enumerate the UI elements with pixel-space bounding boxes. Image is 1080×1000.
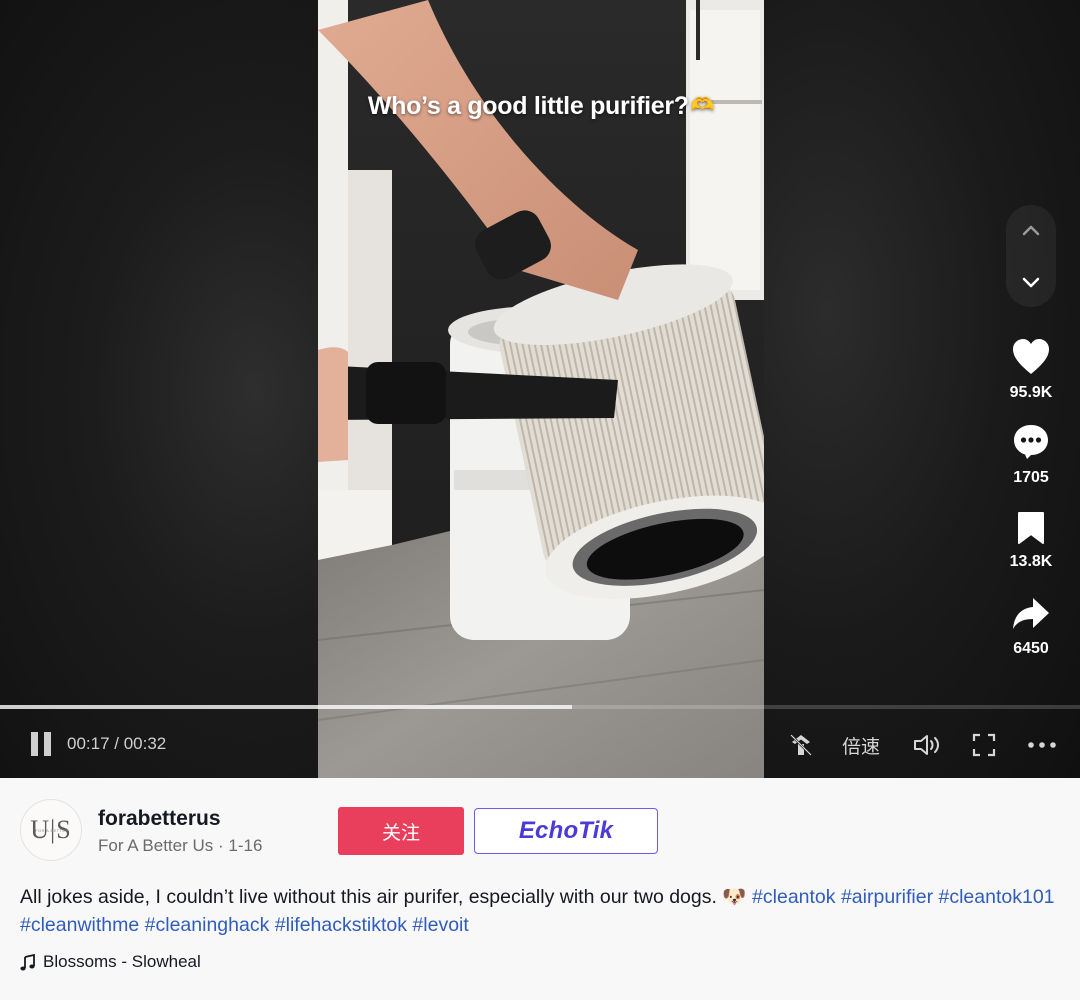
save-button[interactable]: 13.8K <box>996 511 1066 571</box>
comment-count: 1705 <box>1013 469 1049 486</box>
fullscreen-icon <box>972 733 996 757</box>
share-button[interactable]: 6450 <box>996 596 1066 658</box>
volume-button[interactable] <box>911 731 943 759</box>
speaker-icon <box>914 735 939 755</box>
video-progress-fill <box>0 705 573 709</box>
more-options-button[interactable] <box>1026 733 1058 757</box>
video-caption-text: Who’s a good little purifier? <box>367 92 689 120</box>
post-text: All jokes aside, I couldn’t live without… <box>20 886 747 908</box>
author-avatar[interactable]: U|S FOR A BETTER <box>20 799 82 861</box>
bookmark-icon <box>1018 512 1044 544</box>
post-description: All jokes aside, I couldn’t live without… <box>20 883 1065 939</box>
floating-player-icon <box>790 734 812 756</box>
comment-icon <box>1014 425 1048 459</box>
author-handle[interactable]: forabetterus <box>98 807 221 831</box>
post-info-panel: U|S FOR A BETTER forabetterus For A Bett… <box>0 778 1080 1000</box>
pip-button[interactable] <box>787 731 815 759</box>
hashtag-link[interactable]: #cleantok101 <box>939 886 1055 908</box>
chevron-down-icon <box>1022 277 1040 288</box>
video-time: 00:17 / 00:32 <box>67 734 167 753</box>
comment-button[interactable]: 1705 <box>996 423 1066 487</box>
like-button[interactable]: 95.9K <box>996 338 1066 402</box>
video-player[interactable]: Who’s a good little purifier? 🫶 95.9K 170… <box>0 0 1080 778</box>
heart-icon <box>1013 339 1049 374</box>
author-subline: For A Better Us · 1-16 <box>98 836 263 855</box>
hashtag-link[interactable]: #cleaninghack <box>145 914 270 936</box>
echotik-logo: EchoTik <box>518 817 614 844</box>
like-count: 95.9K <box>1009 384 1053 401</box>
fullscreen-button[interactable] <box>970 731 998 759</box>
video-blur-left <box>0 0 318 778</box>
previous-video-button[interactable] <box>1016 216 1046 246</box>
video-progress-bar[interactable] <box>0 705 1080 709</box>
playback-speed-button[interactable]: 倍速 <box>842 732 880 759</box>
save-count: 13.8K <box>1009 553 1053 570</box>
hashtag-link[interactable]: #levoit <box>412 914 468 936</box>
next-video-button[interactable] <box>1016 267 1046 297</box>
more-dots-icon <box>1028 742 1056 748</box>
music-title: Blossoms - Slowheal <box>43 952 201 971</box>
share-count: 6450 <box>1013 640 1049 657</box>
hashtag-link[interactable]: #lifehackstiktok <box>275 914 407 936</box>
heart-hands-emoji: 🫶 <box>690 95 715 116</box>
echotik-button[interactable]: EchoTik <box>474 808 658 854</box>
share-arrow-icon <box>1013 598 1049 629</box>
pause-button[interactable] <box>28 731 54 757</box>
hashtag-link[interactable]: #airpurifier <box>841 886 933 908</box>
hashtag-link[interactable]: #cleanwithme <box>20 914 139 936</box>
pause-icon <box>31 732 51 756</box>
music-note-icon <box>20 953 35 970</box>
follow-button[interactable]: 关注 <box>338 807 464 855</box>
music-link[interactable]: Blossoms - Slowheal <box>20 952 201 972</box>
avatar-subtext: FOR A BETTER <box>35 828 69 833</box>
hashtag-link[interactable]: #cleantok <box>752 886 835 908</box>
video-caption: Who’s a good little purifier? 🫶 <box>318 92 764 121</box>
chevron-up-icon <box>1022 225 1040 236</box>
